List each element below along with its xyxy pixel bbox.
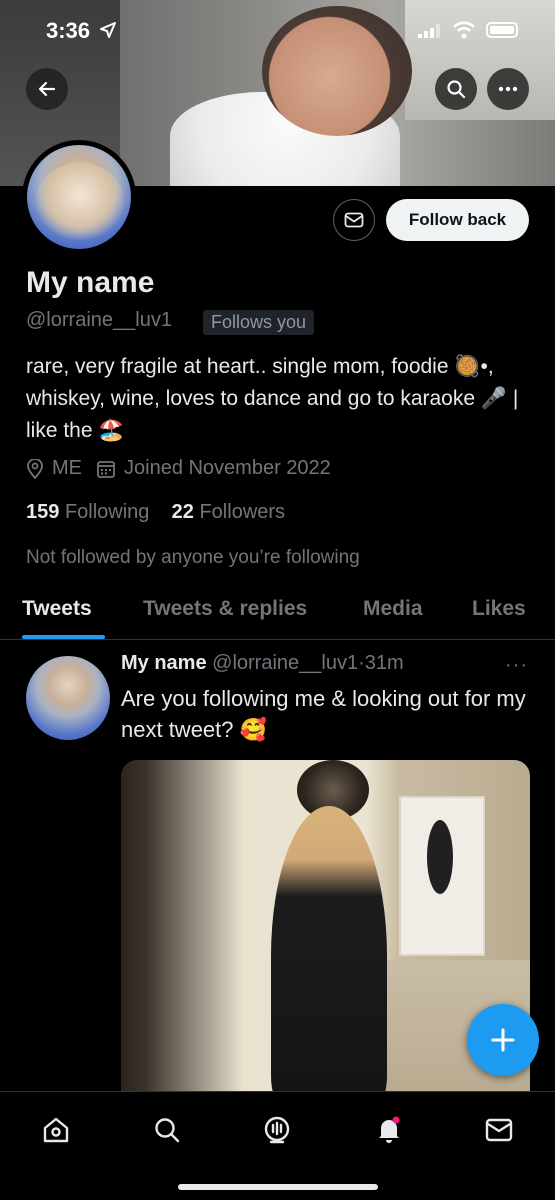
followers-label: Followers xyxy=(199,501,286,523)
profile-joined-text: Joined November 2022 xyxy=(124,457,331,479)
profile-tabs: Tweets Tweets & replies Media Likes xyxy=(0,590,555,640)
profile-joined: Joined November 2022 xyxy=(96,457,331,480)
profile-display-name: My name xyxy=(26,266,155,299)
search-icon xyxy=(447,80,466,99)
tweet-author-avatar[interactable] xyxy=(26,656,110,740)
arrow-left-icon xyxy=(38,81,56,97)
not-followed-notice: Not followed by anyone you’re following xyxy=(26,547,360,568)
nav-spaces[interactable] xyxy=(261,1114,293,1146)
status-bar: 3:36 xyxy=(0,12,555,52)
search-button[interactable] xyxy=(435,68,477,110)
back-button[interactable] xyxy=(26,68,68,110)
tweet-author-handle: @lorraine__luv1 xyxy=(212,652,359,674)
following-count: 159 xyxy=(26,501,60,523)
profile-avatar[interactable] xyxy=(22,140,136,254)
more-button[interactable] xyxy=(487,68,529,110)
wifi-icon xyxy=(453,21,475,39)
message-button[interactable] xyxy=(333,199,375,241)
compose-tweet-button[interactable] xyxy=(467,1004,539,1076)
following-label: Following xyxy=(64,501,150,523)
calendar-icon xyxy=(97,460,115,478)
spaces-icon xyxy=(264,1116,290,1144)
cellular-signal-icon xyxy=(418,24,440,38)
tweet-more-button[interactable]: ··· xyxy=(505,654,528,677)
tweet-time: 31m xyxy=(364,652,404,674)
tweet-header: My name @lorraine__luv1·31m xyxy=(121,652,404,675)
envelope-icon xyxy=(344,212,364,228)
media-person xyxy=(271,806,387,1100)
media-door-window xyxy=(427,820,453,894)
envelope-icon xyxy=(485,1118,513,1142)
followers-link[interactable]: 22 Followers xyxy=(172,501,285,523)
tweet-text: Are you following me & looking out for m… xyxy=(121,686,526,742)
nav-home[interactable] xyxy=(40,1114,72,1146)
tab-tweets[interactable]: Tweets xyxy=(22,597,92,621)
bell-icon xyxy=(379,1116,400,1143)
nav-messages[interactable] xyxy=(483,1114,515,1146)
location-pin-icon xyxy=(27,458,43,479)
follow-back-button[interactable]: Follow back xyxy=(386,199,529,241)
profile-meta: ME Joined November 2022 xyxy=(26,457,345,480)
tweet-separator: · xyxy=(358,652,365,674)
followers-count: 22 xyxy=(171,501,194,523)
follows-you-badge: Follows you xyxy=(203,310,315,335)
location-arrow-icon xyxy=(100,22,116,38)
tab-tweets-replies[interactable]: Tweets & replies xyxy=(143,597,307,621)
search-icon xyxy=(155,1118,180,1143)
more-horizontal-icon xyxy=(498,86,518,92)
home-icon xyxy=(43,1117,69,1143)
profile-handle: @lorraine__luv1 xyxy=(26,309,172,331)
following-link[interactable]: 159 Following xyxy=(26,501,149,523)
profile-location: ME xyxy=(26,457,82,480)
tweet-author-name[interactable]: My name xyxy=(121,652,207,674)
tab-likes[interactable]: Likes xyxy=(472,597,526,621)
active-tab-indicator xyxy=(22,635,105,639)
profile-counts: 159 Following 22 Followers xyxy=(26,501,285,524)
compose-plus-icon xyxy=(491,1028,515,1052)
profile-location-text: ME xyxy=(52,457,82,479)
nav-notifications[interactable] xyxy=(373,1114,405,1146)
notification-dot xyxy=(392,1116,400,1124)
avatar-hair xyxy=(35,163,125,243)
nav-search[interactable] xyxy=(151,1114,183,1146)
home-indicator[interactable] xyxy=(178,1184,378,1190)
status-time: 3:36 xyxy=(46,18,91,43)
profile-bio: rare, very fragile at heart.. single mom… xyxy=(26,355,519,442)
tab-media[interactable]: Media xyxy=(363,597,423,621)
battery-icon xyxy=(486,22,518,38)
